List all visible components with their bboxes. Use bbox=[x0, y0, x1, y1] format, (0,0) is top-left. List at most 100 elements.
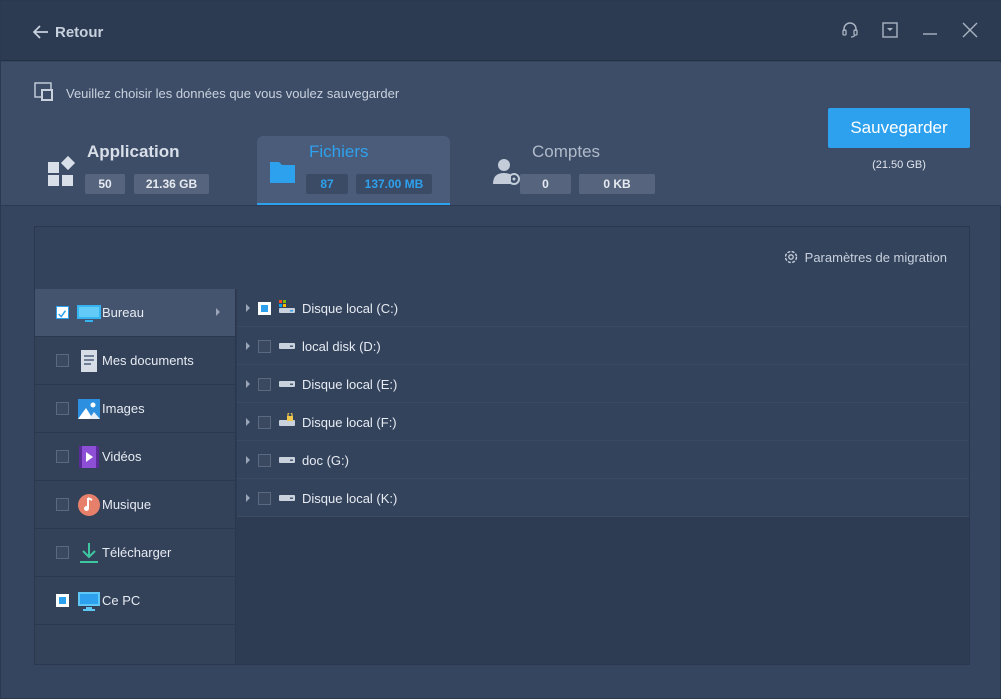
drive-checkbox[interactable] bbox=[258, 454, 271, 467]
drive-checkbox[interactable] bbox=[258, 416, 271, 429]
category-ce-pc[interactable]: Ce PC bbox=[35, 577, 235, 625]
drive-row-d[interactable]: local disk (D:) bbox=[237, 327, 969, 365]
category-checkbox[interactable] bbox=[56, 306, 69, 319]
drive-label: Disque local (C:) bbox=[302, 301, 399, 316]
videos-icon bbox=[79, 446, 99, 468]
documents-icon bbox=[81, 350, 97, 372]
tab-fichiers-size: 137.00 MB bbox=[356, 174, 432, 194]
category-label: Bureau bbox=[102, 305, 144, 320]
download-icon bbox=[80, 543, 98, 563]
migration-settings-button[interactable]: Paramètres de migration bbox=[783, 249, 947, 265]
desktop-icon bbox=[77, 305, 101, 322]
arrow-left-icon bbox=[33, 25, 48, 39]
dropdown-box-icon bbox=[882, 22, 898, 38]
header: Veuillez choisir les données que vous vo… bbox=[1, 62, 1001, 206]
category-checkbox[interactable] bbox=[56, 498, 69, 511]
drive-label: Disque local (E:) bbox=[302, 377, 398, 392]
menu-button[interactable] bbox=[880, 19, 900, 41]
migration-settings-label: Paramètres de migration bbox=[804, 249, 947, 265]
expand-arrow-icon[interactable] bbox=[245, 380, 251, 388]
drive-checkbox[interactable] bbox=[258, 340, 271, 353]
category-label: Ce PC bbox=[102, 593, 141, 608]
computer-icon bbox=[78, 592, 100, 611]
images-icon bbox=[78, 399, 100, 419]
save-size: (21.50 GB) bbox=[872, 159, 926, 171]
category-checkbox[interactable] bbox=[56, 594, 69, 607]
tab-fichiers-title: Fichiers bbox=[309, 142, 369, 161]
drive-row-e[interactable]: Disque local (E:) bbox=[237, 365, 969, 403]
apps-icon bbox=[48, 156, 76, 186]
category-label: Mes documents bbox=[102, 353, 194, 368]
instruction: Veuillez choisir les données que vous vo… bbox=[34, 82, 399, 104]
category-images[interactable]: Images bbox=[35, 385, 235, 433]
drive-label: Disque local (F:) bbox=[302, 415, 397, 430]
drive-row-f[interactable]: Disque local (F:) bbox=[237, 403, 969, 441]
data-select-icon bbox=[34, 82, 53, 101]
category-videos[interactable]: Vidéos bbox=[35, 433, 235, 481]
drive-icon bbox=[279, 343, 295, 349]
tab-comptes-size: 0 KB bbox=[579, 174, 655, 194]
back-button[interactable]: Retour bbox=[33, 21, 103, 43]
tab-application-count: 50 bbox=[85, 174, 125, 194]
category-bureau[interactable]: Bureau bbox=[35, 289, 235, 337]
expand-arrow-icon[interactable] bbox=[245, 342, 251, 350]
category-musique[interactable]: Musique bbox=[35, 481, 235, 529]
close-button[interactable] bbox=[960, 19, 980, 41]
category-label: Musique bbox=[102, 497, 152, 512]
headset-icon bbox=[842, 22, 858, 38]
folder-icon bbox=[270, 162, 295, 183]
drive-label: local disk (D:) bbox=[302, 339, 381, 354]
category-telecharger[interactable]: Télécharger bbox=[35, 529, 235, 577]
category-checkbox[interactable] bbox=[56, 546, 69, 559]
app-window: Retour Veuillez choisir les données que … bbox=[0, 0, 1001, 699]
drive-list: Disque local (C:) local disk (D:) Disque… bbox=[237, 289, 969, 517]
tab-application[interactable]: Application 50 21.36 GB bbox=[35, 136, 225, 205]
expand-arrow-icon[interactable] bbox=[245, 494, 251, 502]
category-checkbox[interactable] bbox=[56, 354, 69, 367]
drive-label: doc (G:) bbox=[302, 453, 349, 468]
category-label: Télécharger bbox=[102, 545, 172, 560]
category-list: Bureau Mes documents Images Vidéos Musiq… bbox=[35, 289, 236, 664]
category-checkbox[interactable] bbox=[56, 402, 69, 415]
expand-arrow-icon[interactable] bbox=[245, 304, 251, 312]
drive-row-c[interactable]: Disque local (C:) bbox=[237, 289, 969, 327]
category-mes-documents[interactable]: Mes documents bbox=[35, 337, 235, 385]
locked-drive-icon bbox=[279, 413, 295, 426]
category-checkbox[interactable] bbox=[56, 450, 69, 463]
drive-checkbox[interactable] bbox=[258, 378, 271, 391]
chevron-right-icon bbox=[216, 308, 220, 316]
gear-icon bbox=[784, 250, 797, 264]
drive-label: Disque local (K:) bbox=[302, 491, 398, 506]
title-bar: Retour bbox=[1, 1, 1001, 61]
expand-arrow-icon[interactable] bbox=[245, 456, 251, 464]
music-icon bbox=[78, 494, 100, 516]
check-icon bbox=[58, 310, 67, 318]
minimize-button[interactable] bbox=[920, 19, 940, 41]
tab-comptes[interactable]: Comptes 0 0 KB bbox=[480, 136, 670, 205]
minimize-icon bbox=[923, 33, 937, 35]
drive-row-g[interactable]: doc (G:) bbox=[237, 441, 969, 479]
content-panel: Paramètres de migration Bureau Mes docum… bbox=[34, 226, 970, 665]
support-button[interactable] bbox=[840, 19, 860, 41]
tab-fichiers[interactable]: Fichiers 87 137.00 MB bbox=[257, 136, 450, 205]
drive-row-k[interactable]: Disque local (K:) bbox=[237, 479, 969, 517]
tab-application-size: 21.36 GB bbox=[134, 174, 209, 194]
tab-comptes-title: Comptes bbox=[532, 142, 601, 161]
back-label: Retour bbox=[55, 23, 104, 41]
expand-arrow-icon[interactable] bbox=[245, 418, 251, 426]
system-drive-icon bbox=[279, 300, 295, 313]
category-label: Vidéos bbox=[102, 449, 142, 464]
close-icon bbox=[962, 22, 978, 38]
account-settings-icon bbox=[493, 159, 520, 185]
category-label: Images bbox=[102, 401, 145, 416]
panel-toolbar: Paramètres de migration bbox=[35, 227, 969, 289]
tab-fichiers-count: 87 bbox=[306, 174, 348, 194]
drive-icon bbox=[279, 495, 295, 501]
drive-icon bbox=[279, 457, 295, 463]
instruction-text: Veuillez choisir les données que vous vo… bbox=[66, 85, 400, 101]
drive-checkbox[interactable] bbox=[258, 302, 271, 315]
tab-comptes-count: 0 bbox=[520, 174, 571, 194]
drive-checkbox[interactable] bbox=[258, 492, 271, 505]
drive-icon bbox=[279, 381, 295, 387]
save-button[interactable]: Sauvegarder bbox=[828, 108, 970, 148]
